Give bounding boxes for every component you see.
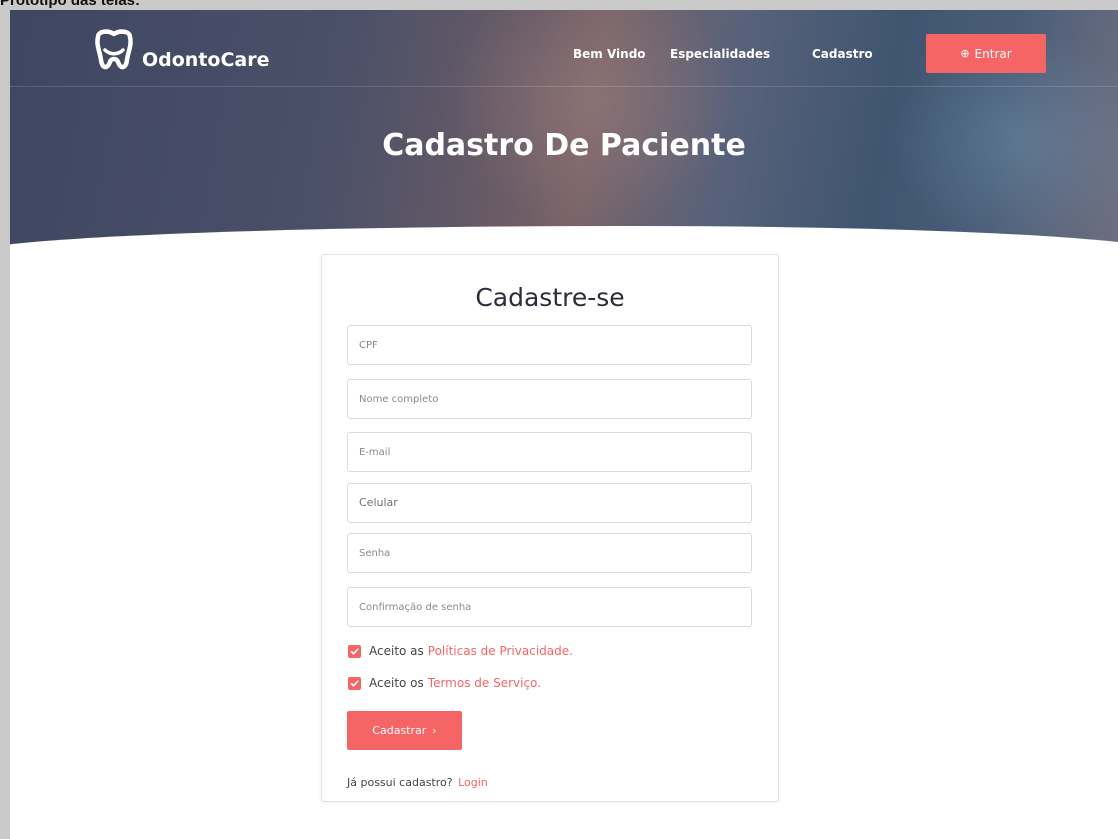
privacy-policy-link[interactable]: Políticas de Privacidade. — [428, 644, 573, 658]
terms-of-service-link[interactable]: Termos de Serviço. — [428, 676, 541, 690]
hero-banner: OdontoCare Bem Vindo Especialidades Cada… — [10, 10, 1118, 250]
nav-item-bem-vindo[interactable]: Bem Vindo — [573, 47, 646, 61]
privacy-consent-row: Aceito as Políticas de Privacidade. — [348, 644, 573, 658]
nav-divider — [10, 86, 1118, 87]
form-title: Cadastre-se — [475, 283, 625, 312]
page-title: Cadastro De Paciente — [382, 128, 746, 163]
chevron-right-icon: › — [432, 724, 437, 737]
login-prompt: Já possui cadastro? Login — [347, 776, 488, 789]
checkmark-icon — [350, 647, 359, 655]
page-frame: OdontoCare Bem Vindo Especialidades Cada… — [10, 10, 1118, 839]
terms-checkbox[interactable] — [348, 676, 361, 690]
login-circle-icon: ⊕ — [960, 47, 970, 60]
tooth-icon — [95, 29, 133, 70]
login-link[interactable]: Login — [458, 776, 488, 789]
signup-card: Cadastre-se Aceito as Políticas de Priva… — [321, 254, 779, 802]
brand-logo[interactable]: OdontoCare — [90, 28, 270, 74]
register-button[interactable]: Cadastrar › — [347, 711, 462, 750]
login-prompt-text: Já possui cadastro? — [347, 776, 453, 789]
register-button-label: Cadastrar — [372, 724, 427, 737]
privacy-checkbox[interactable] — [348, 644, 361, 658]
login-button-label: Entrar — [974, 46, 1012, 61]
password-field[interactable] — [347, 533, 752, 573]
login-button[interactable]: ⊕ Entrar — [926, 34, 1046, 73]
email-field[interactable] — [347, 432, 752, 472]
password-confirm-field[interactable] — [347, 587, 752, 627]
document-caption: Protótipo das telas: — [0, 0, 141, 9]
phone-field[interactable] — [347, 483, 752, 523]
hero-photo-glow — [440, 10, 740, 230]
checkmark-icon — [350, 679, 359, 687]
privacy-consent-text: Aceito as — [369, 644, 424, 658]
full-name-field[interactable] — [347, 379, 752, 419]
nav-item-cadastro[interactable]: Cadastro — [812, 47, 873, 61]
brand-name: OdontoCare — [142, 49, 270, 71]
nav-item-especialidades[interactable]: Especialidades — [670, 47, 770, 61]
terms-consent-row: Aceito os Termos de Serviço. — [348, 676, 541, 690]
cpf-field[interactable] — [347, 325, 752, 365]
terms-consent-text: Aceito os — [369, 676, 424, 690]
